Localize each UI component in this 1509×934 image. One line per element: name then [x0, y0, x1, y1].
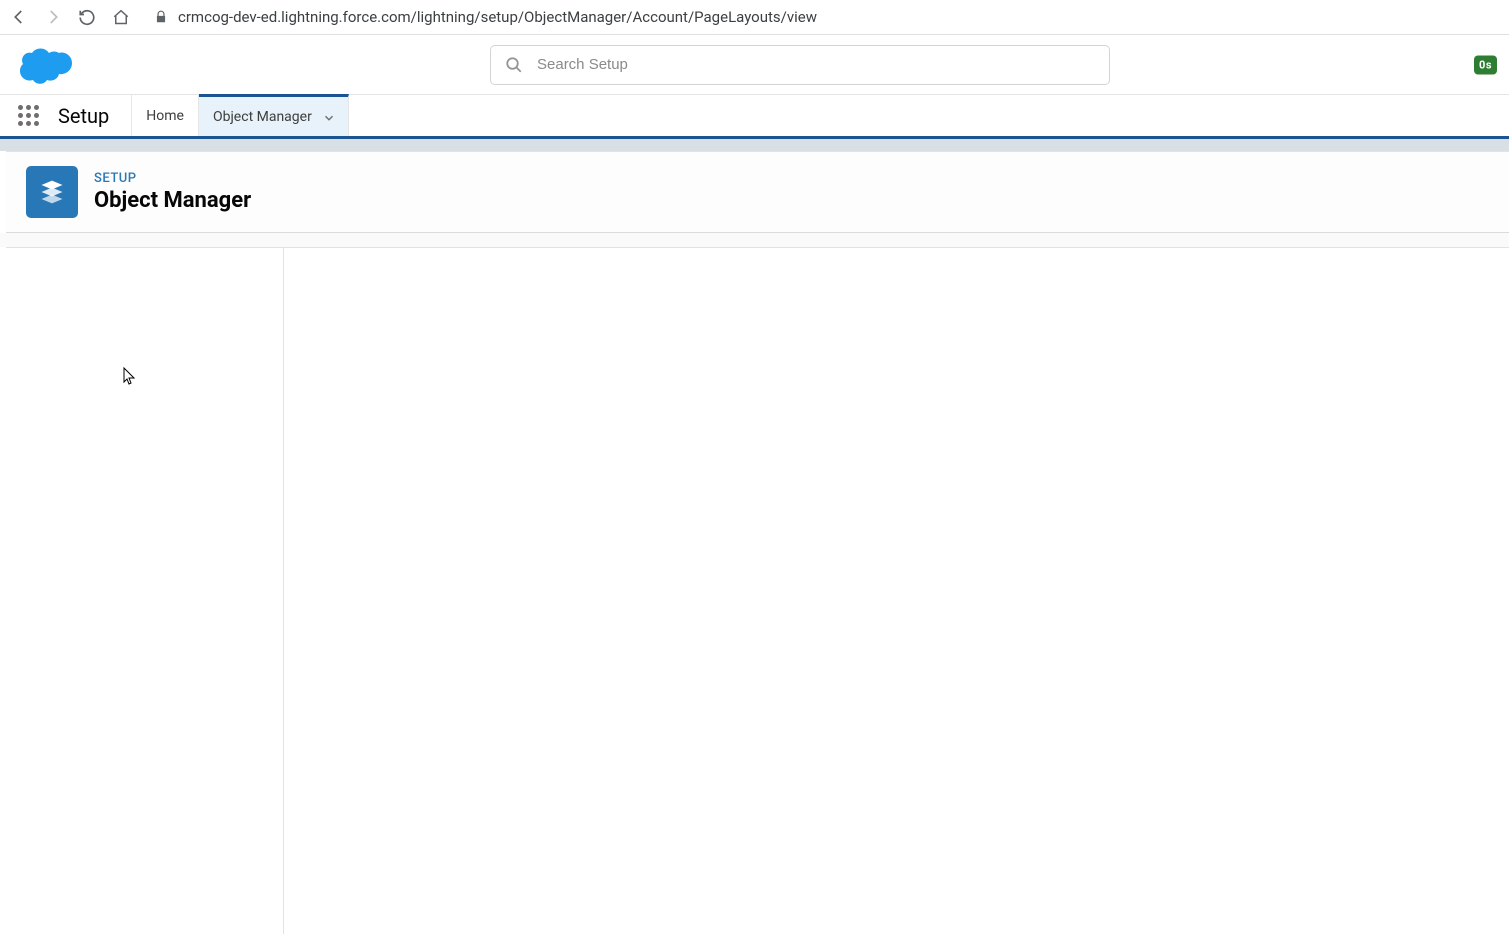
salesforce-logo[interactable] [12, 43, 76, 87]
lock-icon [154, 10, 168, 24]
url-text: crmcog-dev-ed.lightning.force.com/lightn… [178, 8, 817, 26]
main-panel [284, 248, 1509, 934]
left-sidebar [6, 248, 284, 934]
page-header-text: SETUP Object Manager [94, 171, 251, 213]
gap [0, 233, 1509, 247]
page-header: SETUP Object Manager [6, 151, 1509, 233]
browser-toolbar: crmcog-dev-ed.lightning.force.com/lightn… [0, 0, 1509, 35]
context-title: Setup [50, 95, 132, 136]
nav-bar: Setup Home Object Manager [0, 95, 1509, 139]
reload-icon[interactable] [78, 8, 96, 26]
tab-label: Home [146, 108, 184, 124]
tab-label: Object Manager [213, 109, 312, 125]
page-eyebrow: SETUP [94, 171, 251, 186]
tab-object-manager[interactable]: Object Manager [199, 94, 349, 136]
back-icon[interactable] [10, 8, 28, 26]
app-header: 0s [0, 35, 1509, 95]
tab-home[interactable]: Home [132, 95, 199, 136]
forward-icon[interactable] [44, 8, 62, 26]
page-title: Object Manager [94, 188, 251, 213]
search-input[interactable] [537, 56, 1095, 73]
header-strip [0, 139, 1509, 151]
search-icon [505, 56, 523, 74]
waffle-icon [18, 105, 39, 126]
perf-badge: 0s [1474, 55, 1497, 74]
home-icon[interactable] [112, 8, 130, 26]
browser-nav-group [8, 8, 130, 26]
app-launcher[interactable] [6, 95, 50, 136]
search-setup[interactable] [490, 45, 1110, 85]
chevron-down-icon[interactable] [322, 111, 334, 123]
object-manager-icon [26, 166, 78, 218]
content-area [6, 247, 1509, 934]
address-bar[interactable]: crmcog-dev-ed.lightning.force.com/lightn… [142, 8, 1501, 26]
